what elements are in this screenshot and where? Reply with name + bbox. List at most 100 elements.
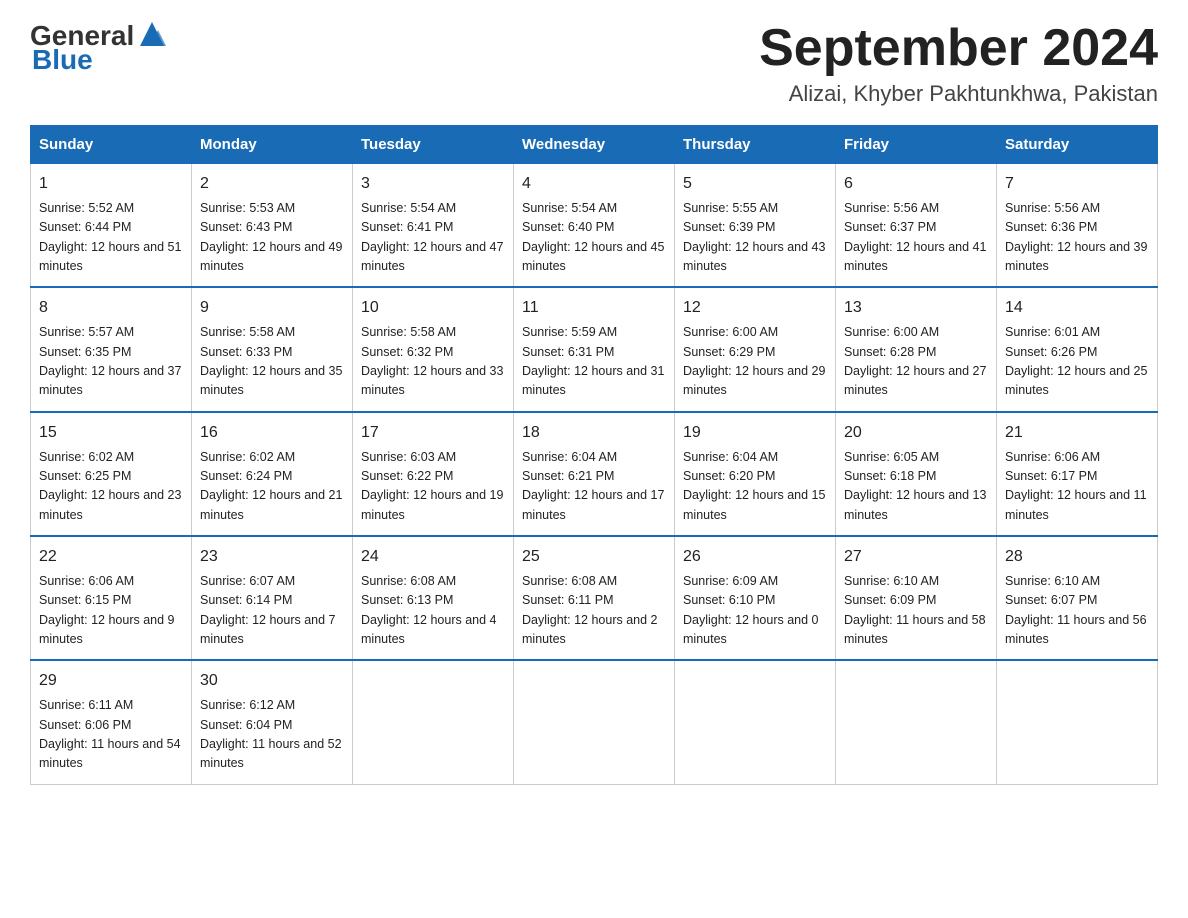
daylight-text: Daylight: 12 hours and 19 minutes <box>361 488 503 521</box>
sunrise-text: Sunrise: 6:07 AM <box>200 574 295 588</box>
day-number: 30 <box>200 669 344 694</box>
table-row: 5Sunrise: 5:55 AMSunset: 6:39 PMDaylight… <box>675 164 836 288</box>
sunset-text: Sunset: 6:32 PM <box>361 345 453 359</box>
day-number: 21 <box>1005 421 1149 446</box>
daylight-text: Daylight: 12 hours and 13 minutes <box>844 488 986 521</box>
sunrise-text: Sunrise: 5:54 AM <box>361 201 456 215</box>
sunset-text: Sunset: 6:24 PM <box>200 469 292 483</box>
sunset-text: Sunset: 6:41 PM <box>361 220 453 234</box>
table-row: 2Sunrise: 5:53 AMSunset: 6:43 PMDaylight… <box>192 164 353 288</box>
col-friday: Friday <box>836 126 997 164</box>
table-row: 22 Sunrise: 6:06 AM Sunset: 6:15 PM Dayligh… <box>31 536 192 660</box>
sunrise-text: Sunrise: 6:06 AM <box>39 574 134 588</box>
daylight-text: Daylight: 12 hours and 27 minutes <box>844 364 986 397</box>
col-thursday: Thursday <box>675 126 836 164</box>
daylight-text: Daylight: 11 hours and 56 minutes <box>1005 613 1147 646</box>
sunset-text: Sunset: 6:10 PM <box>683 593 775 607</box>
day-number: 28 <box>1005 545 1149 570</box>
daylight-text: Daylight: 12 hours and 23 minutes <box>39 488 181 521</box>
day-number: 7 <box>1005 172 1149 197</box>
table-row <box>836 660 997 784</box>
day-number: 1 <box>39 172 183 197</box>
table-row: 24Sunrise: 6:08 AMSunset: 6:13 PMDayligh… <box>353 536 514 660</box>
col-saturday: Saturday <box>997 126 1158 164</box>
sunrise-text: Sunrise: 6:00 AM <box>844 325 939 339</box>
daylight-text: Daylight: 12 hours and 45 minutes <box>522 240 664 273</box>
table-row <box>353 660 514 784</box>
day-number: 11 <box>522 296 666 321</box>
day-number: 10 <box>361 296 505 321</box>
daylight-text: Daylight: 12 hours and 39 minutes <box>1005 240 1147 273</box>
sunset-text: Sunset: 6:06 PM <box>39 718 131 732</box>
day-number: 20 <box>844 421 988 446</box>
title-block: September 2024 Alizai, Khyber Pakhtunkhw… <box>759 20 1158 107</box>
sunrise-text: Sunrise: 5:59 AM <box>522 325 617 339</box>
day-number: 19 <box>683 421 827 446</box>
logo-blue: Blue <box>32 44 93 76</box>
table-row <box>997 660 1158 784</box>
day-number: 9 <box>200 296 344 321</box>
sunset-text: Sunset: 6:31 PM <box>522 345 614 359</box>
daylight-text: Daylight: 12 hours and 17 minutes <box>522 488 664 521</box>
day-number: 24 <box>361 545 505 570</box>
location: Alizai, Khyber Pakhtunkhwa, Pakistan <box>759 81 1158 107</box>
table-row: 21Sunrise: 6:06 AMSunset: 6:17 PMDayligh… <box>997 412 1158 536</box>
sunrise-text: Sunrise: 6:06 AM <box>1005 450 1100 464</box>
sunrise-text: Sunrise: 6:11 AM <box>39 698 133 712</box>
sunset-text: Sunset: 6:21 PM <box>522 469 614 483</box>
daylight-text: Daylight: 12 hours and 43 minutes <box>683 240 825 273</box>
sunrise-text: Sunrise: 5:53 AM <box>200 201 295 215</box>
table-row: 29Sunrise: 6:11 AMSunset: 6:06 PMDayligh… <box>31 660 192 784</box>
table-row: 8Sunrise: 5:57 AMSunset: 6:35 PMDaylight… <box>31 287 192 411</box>
table-row: 23Sunrise: 6:07 AMSunset: 6:14 PMDayligh… <box>192 536 353 660</box>
sunrise-text: Sunrise: 6:00 AM <box>683 325 778 339</box>
day-number: 4 <box>522 172 666 197</box>
sunset-text: Sunset: 6:07 PM <box>1005 593 1097 607</box>
daylight-text: Daylight: 12 hours and 49 minutes <box>200 240 342 273</box>
calendar-week-row: 8Sunrise: 5:57 AMSunset: 6:35 PMDaylight… <box>31 287 1158 411</box>
col-tuesday: Tuesday <box>353 126 514 164</box>
day-number: 15 <box>39 421 183 446</box>
table-row: 10 Sunrise: 5:58 AM Sunset: 6:32 PM Dayligh… <box>353 287 514 411</box>
sunrise-text: Sunrise: 6:10 AM <box>1005 574 1100 588</box>
daylight-text: Daylight: 12 hours and 11 minutes <box>1005 488 1147 521</box>
col-wednesday: Wednesday <box>514 126 675 164</box>
table-row: 19Sunrise: 6:04 AMSunset: 6:20 PMDayligh… <box>675 412 836 536</box>
sunset-text: Sunset: 6:39 PM <box>683 220 775 234</box>
sunrise-text: Sunrise: 5:54 AM <box>522 201 617 215</box>
sunset-text: Sunset: 6:35 PM <box>39 345 131 359</box>
sunrise-text: Sunrise: 5:52 AM <box>39 201 134 215</box>
sunrise-text: Sunrise: 6:12 AM <box>200 698 295 712</box>
day-number: 27 <box>844 545 988 570</box>
sunrise-text: Sunrise: 6:05 AM <box>844 450 939 464</box>
day-number: 8 <box>39 296 183 321</box>
daylight-text: Daylight: 11 hours and 52 minutes <box>200 737 342 770</box>
daylight-text: Daylight: 12 hours and 33 minutes <box>361 364 503 397</box>
logo-icon <box>136 18 168 50</box>
daylight-text: Daylight: 12 hours and 21 minutes <box>200 488 342 521</box>
day-number: 17 <box>361 421 505 446</box>
table-row: 20Sunrise: 6:05 AMSunset: 6:18 PMDayligh… <box>836 412 997 536</box>
daylight-text: Daylight: 12 hours and 37 minutes <box>39 364 181 397</box>
day-number: 2 <box>200 172 344 197</box>
day-number: 22 <box>39 545 183 570</box>
daylight-text: Daylight: 12 hours and 9 minutes <box>39 613 175 646</box>
sunrise-text: Sunrise: 5:58 AM <box>361 325 456 339</box>
sunrise-text: Sunrise: 6:04 AM <box>522 450 617 464</box>
table-row: 12Sunrise: 6:00 AMSunset: 6:29 PMDayligh… <box>675 287 836 411</box>
sunset-text: Sunset: 6:26 PM <box>1005 345 1097 359</box>
daylight-text: Daylight: 12 hours and 4 minutes <box>361 613 497 646</box>
sunrise-text: Sunrise: 6:08 AM <box>522 574 617 588</box>
sunset-text: Sunset: 6:15 PM <box>39 593 131 607</box>
sunrise-text: Sunrise: 5:55 AM <box>683 201 778 215</box>
day-number: 3 <box>361 172 505 197</box>
table-row: 6Sunrise: 5:56 AMSunset: 6:37 PMDaylight… <box>836 164 997 288</box>
sunrise-text: Sunrise: 6:01 AM <box>1005 325 1100 339</box>
day-number: 23 <box>200 545 344 570</box>
table-row: 3Sunrise: 5:54 AMSunset: 6:41 PMDaylight… <box>353 164 514 288</box>
table-row: 28 Sunrise: 6:10 AM Sunset: 6:07 PM Dayligh… <box>997 536 1158 660</box>
col-monday: Monday <box>192 126 353 164</box>
table-row: 7Sunrise: 5:56 AMSunset: 6:36 PMDaylight… <box>997 164 1158 288</box>
day-number: 25 <box>522 545 666 570</box>
daylight-text: Daylight: 12 hours and 25 minutes <box>1005 364 1147 397</box>
